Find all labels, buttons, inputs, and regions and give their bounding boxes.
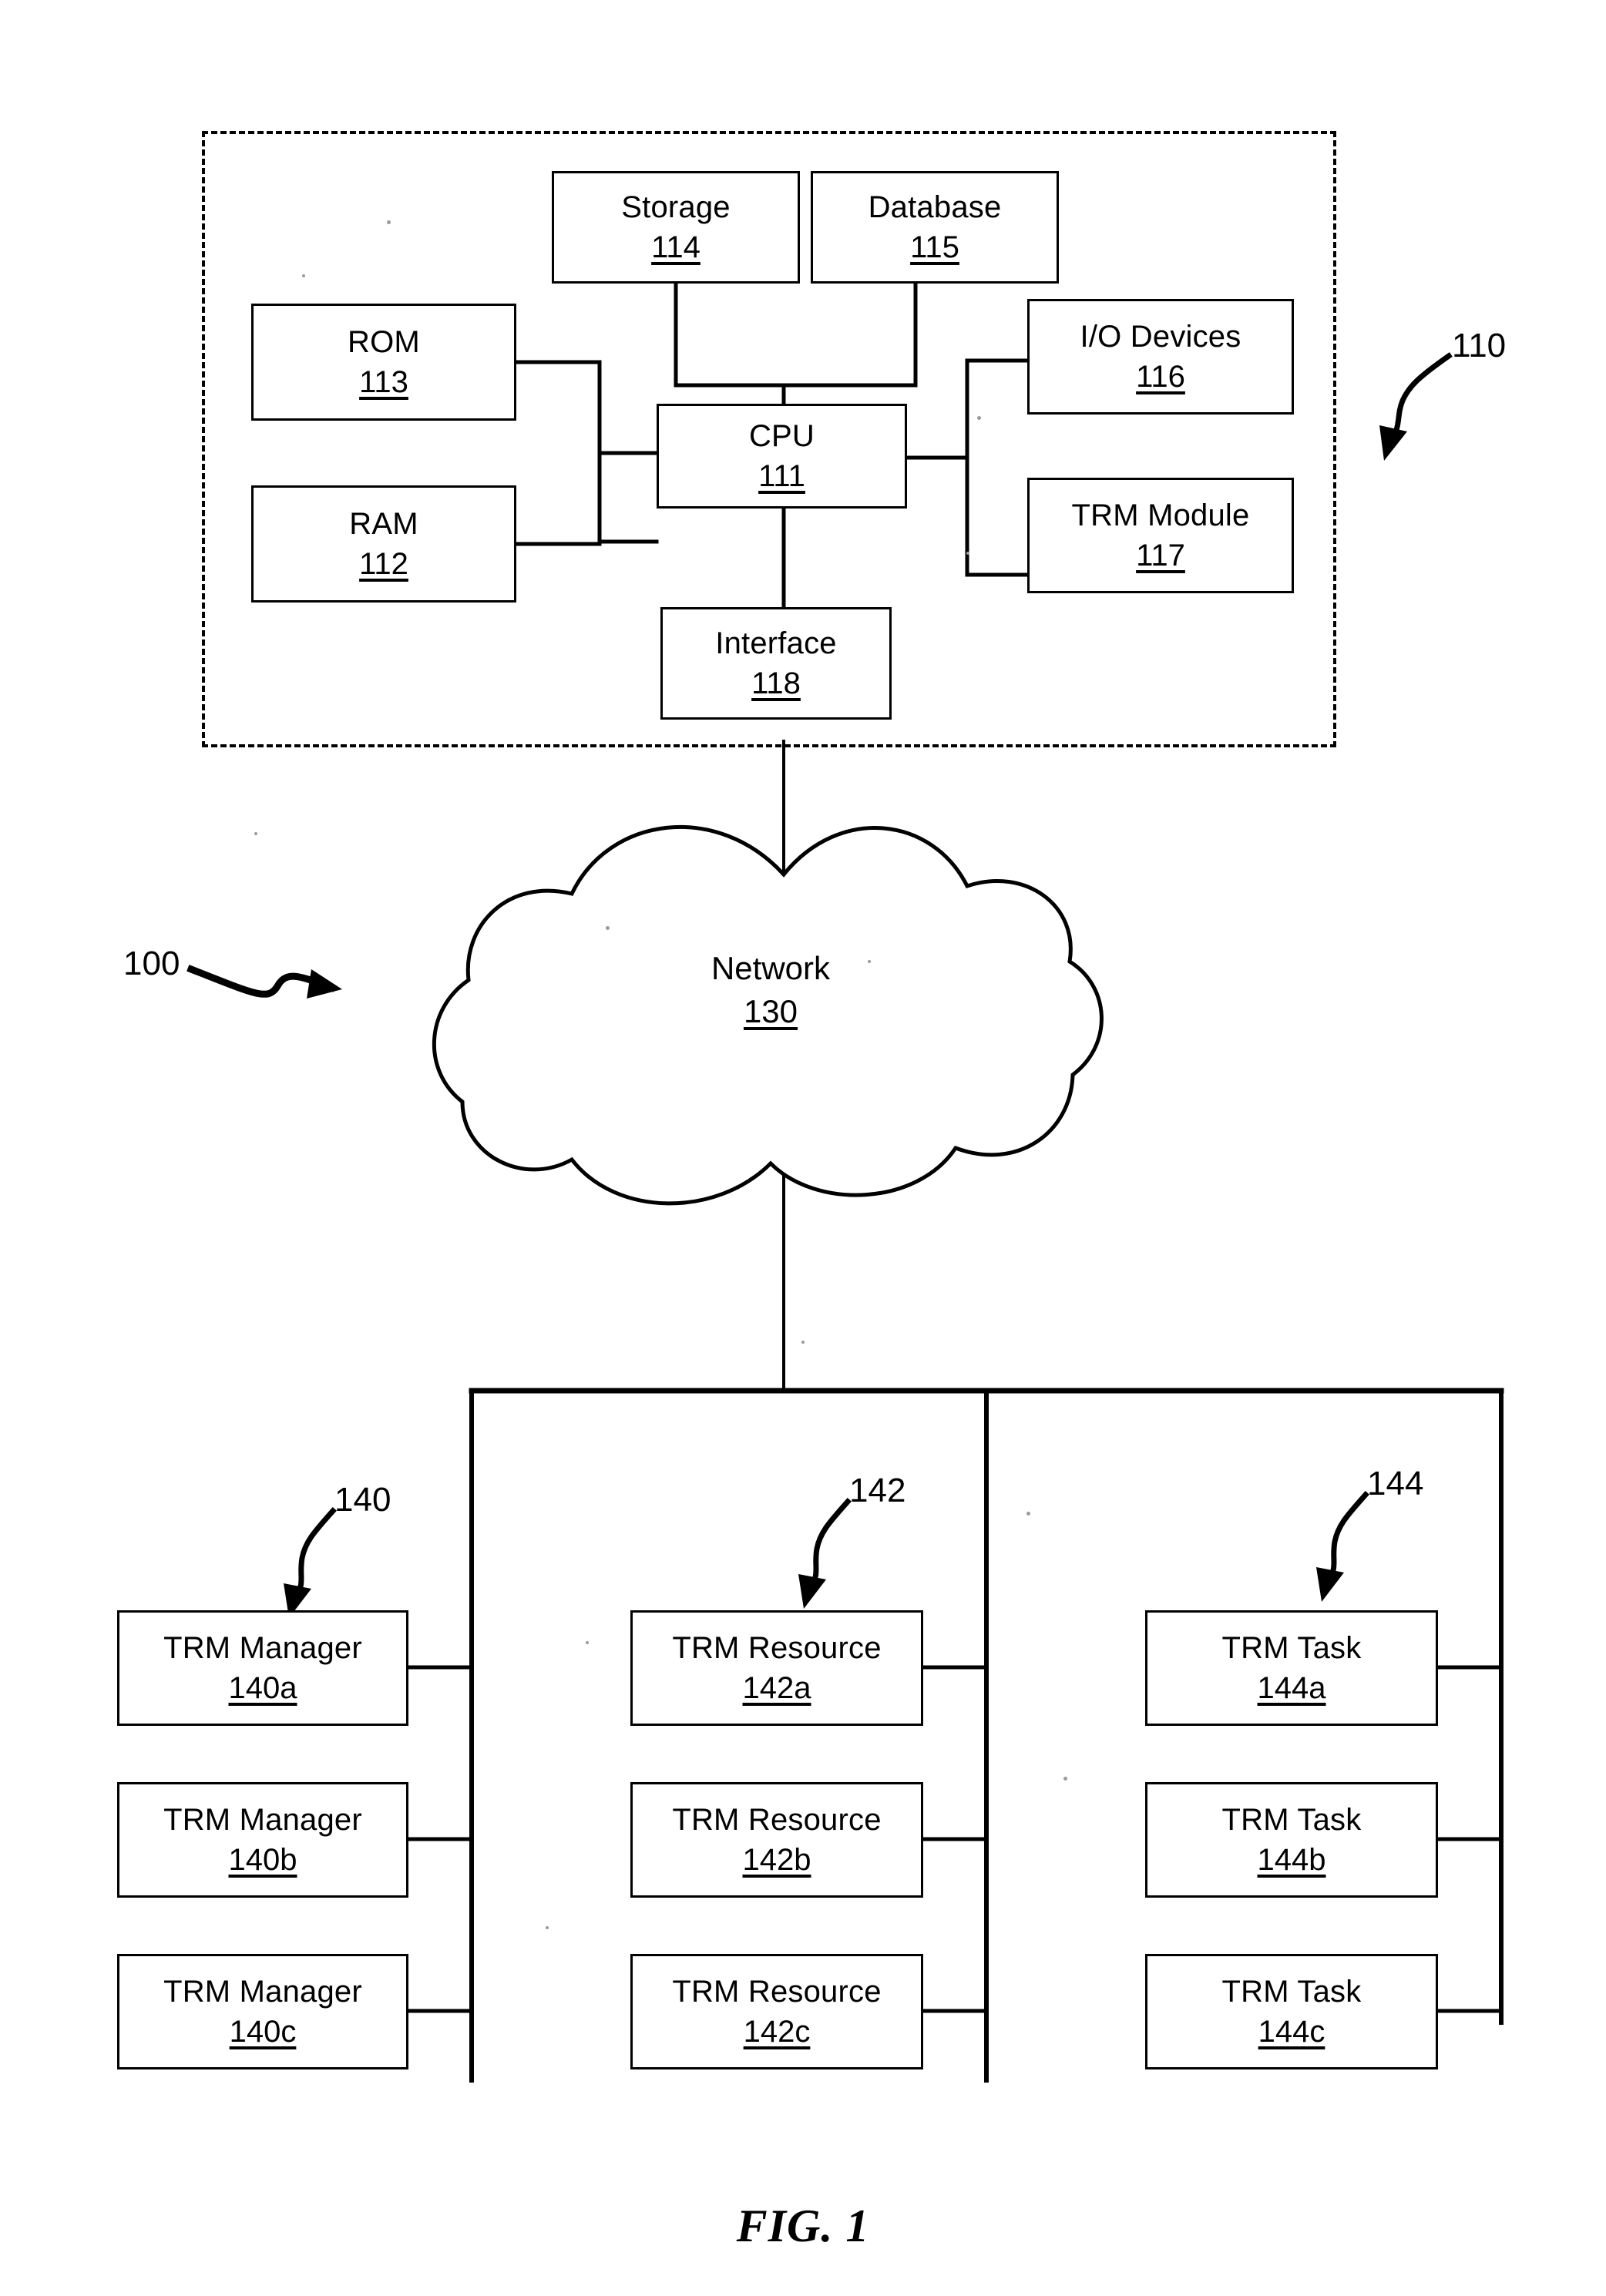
node-trm-manager-a-ref: 140a	[228, 1670, 297, 1705]
node-rom[interactable]: ROM 113	[251, 304, 516, 421]
node-trm-task-c-ref: 144c	[1258, 2014, 1325, 2049]
scan-speck	[977, 416, 981, 420]
scan-speck	[586, 1641, 589, 1644]
figure-caption: FIG. 1	[736, 2200, 870, 2251]
scan-speck	[868, 960, 871, 963]
node-trm-manager-b[interactable]: TRM Manager 140b	[117, 1782, 408, 1898]
refnum-142: 142	[849, 1472, 906, 1509]
node-trm-resource-a-ref: 142a	[742, 1670, 811, 1705]
node-trm-task-b[interactable]: TRM Task 144b	[1145, 1782, 1438, 1898]
refnum-140: 140	[334, 1481, 391, 1519]
node-trm-resource-a[interactable]: TRM Resource 142a	[630, 1610, 923, 1726]
scan-speck	[546, 1926, 549, 1929]
node-database-label: Database	[868, 190, 1002, 224]
node-cpu-label: CPU	[748, 418, 815, 453]
node-storage-ref: 114	[651, 230, 701, 264]
node-trm-resource-b[interactable]: TRM Resource 142b	[630, 1782, 923, 1898]
network-label: Network	[711, 950, 831, 986]
scan-speck	[966, 552, 969, 555]
node-trm-task-a[interactable]: TRM Task 144a	[1145, 1610, 1438, 1726]
node-ram-ref: 112	[359, 546, 408, 581]
node-database[interactable]: Database 115	[811, 171, 1059, 284]
lead-line-100	[186, 965, 342, 999]
node-trm-manager-c-ref: 140c	[229, 2014, 297, 2049]
node-trm-manager-c-label: TRM Manager	[163, 1974, 362, 2009]
network-cloud[interactable]: Network 130	[493, 836, 1048, 1121]
network-ref: 130	[743, 993, 798, 1030]
node-trm-task-c[interactable]: TRM Task 144c	[1145, 1954, 1438, 2069]
node-database-ref: 115	[910, 230, 959, 264]
scan-speck	[1063, 1777, 1067, 1781]
node-trm-module-ref: 117	[1136, 538, 1185, 572]
node-trm-task-a-ref: 144a	[1257, 1670, 1326, 1705]
node-ram[interactable]: RAM 112	[251, 485, 516, 603]
node-io-devices-ref: 116	[1136, 359, 1185, 394]
node-trm-module-label: TRM Module	[1071, 498, 1250, 532]
node-io-devices[interactable]: I/O Devices 116	[1027, 299, 1294, 415]
node-trm-manager-b-label: TRM Manager	[163, 1802, 362, 1837]
node-cpu[interactable]: CPU 111	[657, 404, 907, 509]
refnum-144: 144	[1367, 1465, 1424, 1502]
lead-line-140	[284, 1507, 337, 1618]
node-interface-ref: 118	[751, 666, 801, 700]
scan-speck	[606, 926, 610, 930]
node-trm-task-b-label: TRM Task	[1221, 1802, 1362, 1837]
lead-line-142	[798, 1498, 852, 1609]
node-trm-task-c-label: TRM Task	[1221, 1974, 1362, 2009]
scan-speck	[302, 274, 305, 277]
node-storage-label: Storage	[621, 190, 731, 224]
node-trm-task-a-label: TRM Task	[1221, 1630, 1362, 1665]
node-trm-manager-b-ref: 140b	[228, 1842, 297, 1877]
figure-canvas: Storage 114 Database 115 ROM 113 RAM 112…	[0, 0, 1606, 2296]
node-cpu-ref: 111	[758, 458, 805, 493]
node-trm-resource-b-ref: 142b	[742, 1842, 811, 1877]
node-rom-ref: 113	[359, 364, 408, 399]
lead-line-144	[1316, 1491, 1369, 1602]
node-ram-label: RAM	[349, 506, 418, 541]
node-interface[interactable]: Interface 118	[660, 607, 892, 720]
node-trm-resource-c[interactable]: TRM Resource 142c	[630, 1954, 923, 2069]
node-interface-label: Interface	[715, 626, 837, 660]
node-io-devices-label: I/O Devices	[1080, 319, 1241, 354]
node-trm-manager-a[interactable]: TRM Manager 140a	[117, 1610, 408, 1726]
scan-speck	[1026, 1512, 1030, 1516]
refnum-110: 110	[1452, 327, 1507, 364]
node-storage[interactable]: Storage 114	[552, 171, 800, 284]
scan-speck	[387, 220, 391, 224]
lead-line-110	[1379, 352, 1453, 461]
network-cloud-text: Network 130	[493, 950, 1048, 1031]
scan-speck	[801, 1341, 805, 1344]
node-trm-resource-c-label: TRM Resource	[672, 1974, 882, 2009]
node-trm-task-b-ref: 144b	[1257, 1842, 1326, 1877]
node-trm-resource-c-ref: 142c	[743, 2014, 811, 2049]
connector-manager-c-elbow	[406, 2009, 474, 2083]
node-trm-module[interactable]: TRM Module 117	[1027, 478, 1294, 593]
node-rom-label: ROM	[348, 324, 420, 359]
node-trm-resource-b-label: TRM Resource	[672, 1802, 882, 1837]
node-trm-resource-a-label: TRM Resource	[672, 1630, 882, 1665]
scan-speck	[254, 832, 257, 835]
node-trm-manager-a-label: TRM Manager	[163, 1630, 362, 1665]
node-trm-manager-c[interactable]: TRM Manager 140c	[117, 1954, 408, 2069]
refnum-100: 100	[123, 945, 180, 982]
